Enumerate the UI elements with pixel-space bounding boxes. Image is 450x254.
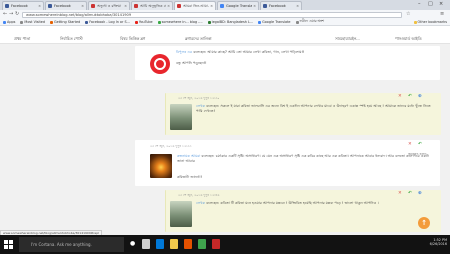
comment-text: বিপুলৰ এর বলেছেন: আমার কাছে? আমি তো আমার… <box>176 50 305 54</box>
menu-icon[interactable]: ≡ <box>440 11 444 17</box>
google-translate-icon <box>258 20 262 24</box>
url-input[interactable]: www.somewhereinblog.net/blog/allmuktobho… <box>22 11 402 18</box>
comment-text: লেখক বলেছেন: সকলে ই যারা কবিতা ভালবাসি এ… <box>196 104 431 113</box>
comment-text-line: বন্ধু আপনি পড়ুছেন!! <box>176 61 207 65</box>
bookmark-bangla[interactable]: ফরীদে এয়ার অংশ <box>295 19 324 25</box>
bookmark-youtube[interactable]: YouTube <box>134 20 153 24</box>
star-icon[interactable]: ☆ <box>406 11 410 17</box>
share-icon[interactable]: ⊕ <box>418 94 422 99</box>
browser-tab[interactable]: অভ্যুত্থ ও রক্তিমা × <box>88 1 130 10</box>
comment-author[interactable]: বিপুলৰ এর <box>176 50 192 54</box>
close-icon[interactable]: × <box>81 4 84 8</box>
facebook-icon <box>48 4 52 8</box>
blog-icon <box>91 4 95 8</box>
blog-icon <box>157 20 161 24</box>
folder-icon <box>20 20 24 24</box>
site-nav: প্রথম পাতা নির্বাচিত পোস্ট বিষয় ভিত্তিক… <box>0 33 450 44</box>
comment-text: কল্পনায়ক আমরা বলেছেন: চমৎকার একটি সৃষ্ট… <box>177 154 429 163</box>
chrome-icon[interactable] <box>198 239 206 249</box>
facebook-icon <box>263 4 267 8</box>
blog-icon <box>134 4 138 8</box>
nav-home[interactable]: প্রথম পাতা <box>14 36 30 43</box>
avatar <box>150 54 170 74</box>
blog-icon <box>177 4 181 8</box>
firefox-icon[interactable] <box>184 239 192 249</box>
bookmark-getting-started[interactable]: Getting Started <box>50 20 80 24</box>
bookmarks-bar: Apps Most Visited Getting Started Facebo… <box>0 19 450 26</box>
bookmark-legalbd[interactable]: legalBD: Bangladesh L... <box>207 20 253 24</box>
comment-author[interactable]: লেখক <box>196 104 205 108</box>
browser-tab[interactable]: Facebook × <box>45 1 87 10</box>
bookmark-facebook[interactable]: Facebook - Log In or S... <box>85 20 130 24</box>
scroll-to-top-button[interactable]: ↑ <box>418 217 430 229</box>
minimize-icon[interactable]: – <box>418 1 421 7</box>
share-icon[interactable]: ⊕ <box>418 191 422 196</box>
comment-text: লেখক বলেছেন: কবিতা টি কবিতা মনে হওয়ার আ… <box>196 201 379 205</box>
task-view-icon[interactable] <box>142 239 150 249</box>
maximize-icon[interactable]: □ <box>428 1 433 7</box>
firefox-icon <box>50 20 54 24</box>
close-icon[interactable]: × <box>296 4 299 8</box>
youtube-icon <box>134 20 138 24</box>
app-icon[interactable] <box>212 239 220 249</box>
microphone-icon[interactable]: ● <box>130 240 135 247</box>
reply-icon[interactable]: ↶ <box>408 94 412 99</box>
avatar <box>150 154 172 178</box>
tab-strip: Facebook × Facebook × অভ্যুত্থ ও রক্তিমা × … <box>0 0 450 10</box>
legal-icon <box>207 20 211 24</box>
close-icon[interactable]: × <box>38 4 41 8</box>
folder-icon <box>413 20 417 24</box>
edge-icon[interactable] <box>156 239 164 249</box>
clock-date: 6/26/2016 <box>429 242 447 246</box>
comment-author[interactable]: লেখক <box>196 201 205 205</box>
bookmark-google-translate[interactable]: Google Translate <box>258 20 291 24</box>
comment-timestamp: ২৩ শে জুন, ২০১৬ দুপুর ১২:৩৩ <box>150 144 192 148</box>
facebook-icon <box>5 4 9 8</box>
nav-topic-blogs[interactable]: বিষয় ভিত্তিক ব্লগ <box>120 36 145 43</box>
reply-icon[interactable]: ↶ <box>418 142 422 147</box>
browser-tab[interactable]: Google Translate× <box>217 1 259 10</box>
close-window-icon[interactable]: × <box>439 1 443 7</box>
bookmark-other[interactable]: Other bookmarks <box>413 20 447 24</box>
comment-text-line: কবিতাটা জান্য!!! <box>177 175 203 179</box>
google-translate-icon <box>220 4 224 8</box>
close-icon[interactable]: × <box>210 4 213 8</box>
reply-icon[interactable]: ↶ <box>408 191 412 196</box>
browser-tab[interactable]: আমি অনুভূতিক যে...× <box>131 1 173 10</box>
comment-timestamp: ২৩ শে জুন, ২০১৬ দুপুর ১২:৩০ <box>178 96 220 100</box>
close-icon[interactable]: ✕ <box>398 191 402 196</box>
nav-somewherein[interactable]: সামহোয়্যারইন... <box>335 36 360 43</box>
bookmark-apps[interactable]: Apps <box>3 20 15 24</box>
comment-timestamp: ২৩ শে জুন, ২০১৬ দুপুর ১২:৪৬ <box>178 193 220 197</box>
close-icon[interactable]: ✕ <box>408 142 412 147</box>
close-icon[interactable]: × <box>167 4 170 8</box>
browser-tab[interactable]: Facebook × <box>260 1 302 10</box>
file-explorer-icon[interactable] <box>170 239 178 249</box>
cortana-search[interactable]: I'm Cortana. Ask me anything. <box>19 237 124 252</box>
close-icon[interactable]: × <box>124 4 127 8</box>
comment-author[interactable]: কল্পনায়ক আমরা <box>177 154 200 158</box>
taskbar: I'm Cortana. Ask me anything. ● 1:52 PM … <box>0 235 450 254</box>
facebook-icon <box>85 20 89 24</box>
browser-tab[interactable]: Facebook × <box>2 1 44 10</box>
apps-icon <box>3 20 6 24</box>
clock[interactable]: 1:52 PM 6/26/2016 <box>425 238 447 246</box>
bookmark-most-visited[interactable]: Most Visited <box>20 20 45 24</box>
browser-tab-active[interactable]: আমরা তিন-আমা... × <box>174 1 216 10</box>
reload-icon[interactable]: ↻ <box>15 11 19 17</box>
avatar <box>170 201 192 227</box>
comments-area: বিপুলৰ এর বলেছেন: আমার কাছে? আমি তো আমার… <box>0 44 450 235</box>
close-icon[interactable]: × <box>253 4 256 8</box>
nav-bloggers-list[interactable]: ব্লগারদের তালিকা <box>185 36 212 43</box>
nav-password-id[interactable]: পাসওয়ার্ড আইডি <box>395 36 422 43</box>
nav-selected-posts[interactable]: নির্বাচিত পোস্ট <box>60 36 82 43</box>
back-icon[interactable]: ← <box>3 11 7 17</box>
windows-start-icon[interactable] <box>4 240 13 249</box>
close-icon[interactable]: ✕ <box>398 94 402 99</box>
avatar <box>170 104 192 130</box>
folder-icon <box>295 20 299 24</box>
forward-icon[interactable]: → <box>9 11 13 17</box>
bookmark-somewhereinblog[interactable]: somewhere in... blog -... <box>157 20 203 24</box>
